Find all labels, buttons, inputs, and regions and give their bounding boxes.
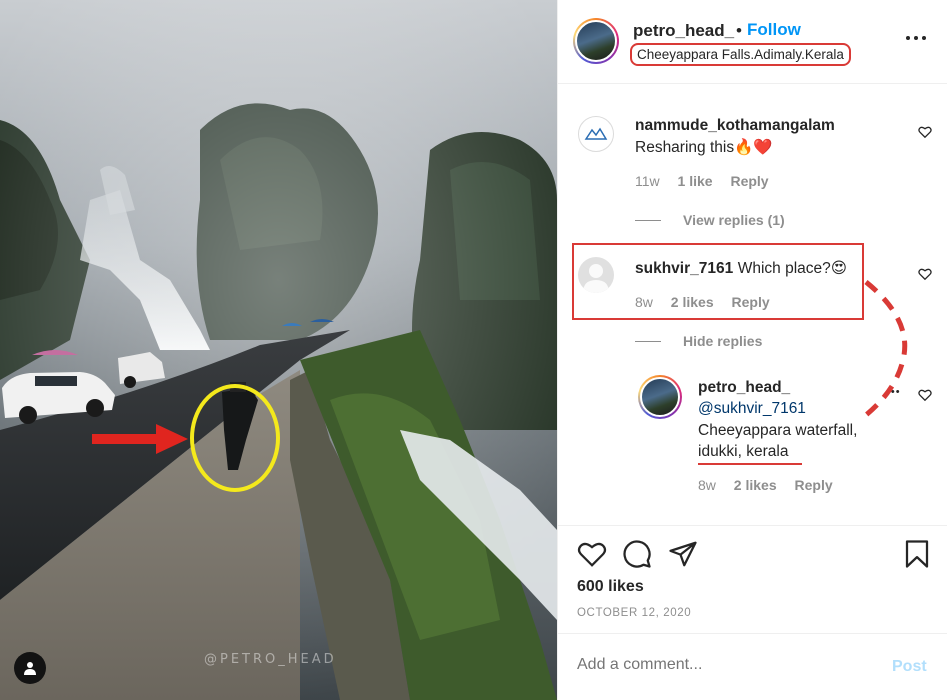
curved-arrow-annotation (864, 280, 908, 417)
post-actions: 600 likes OCTOBER 12, 2020 (558, 525, 947, 633)
comment-text: Resharing this🔥❤️ (635, 139, 773, 156)
like-comment-heart-icon[interactable] (918, 125, 932, 139)
comment-meta: 11w 1 like Reply (635, 173, 783, 189)
comment-bubble-icon[interactable] (622, 539, 652, 569)
save-bookmark-icon[interactable] (902, 539, 932, 569)
highlight-box-annotation (572, 243, 864, 320)
follow-button[interactable]: Follow (747, 20, 801, 40)
reply-button[interactable]: Reply (795, 477, 833, 493)
like-comment-heart-icon[interactable] (918, 267, 932, 281)
reply-text-line: idukki, kerala (698, 443, 789, 460)
comment-age: 11w (635, 173, 660, 189)
post-photo[interactable]: @PETRO_HEAD (0, 0, 557, 700)
author-avatar[interactable] (573, 18, 619, 64)
like-count[interactable]: 600 likes (577, 578, 644, 596)
replier-username[interactable]: petro_head_ (698, 379, 790, 396)
hide-replies-toggle[interactable]: Hide replies (635, 333, 762, 349)
comment-input[interactable] (577, 656, 877, 674)
reply-age: 8w (698, 477, 716, 493)
replier-avatar[interactable] (638, 375, 682, 419)
commenter-username[interactable]: nammude_kothamangalam (635, 117, 835, 134)
reply-button[interactable]: Reply (730, 173, 768, 189)
photo-watermark: @PETRO_HEAD (204, 652, 337, 667)
commenter-avatar[interactable] (578, 116, 614, 152)
reply-likes[interactable]: 2 likes (734, 477, 777, 493)
location-link[interactable]: Cheeyappara Falls.Adimaly.Kerala (630, 43, 851, 66)
view-replies-toggle[interactable]: View replies (1) (635, 212, 785, 228)
post-header: petro_head_ • Follow Cheeyappara Falls.A… (558, 0, 947, 84)
mention-link[interactable]: @sukhvir_7161 (698, 400, 806, 417)
more-horizontal-icon[interactable] (906, 26, 930, 50)
like-heart-icon[interactable] (577, 539, 607, 569)
post-comment-button[interactable]: Post (892, 658, 927, 676)
comment-composer: Post (558, 633, 947, 700)
author-username[interactable]: petro_head_ (633, 21, 734, 41)
reply-meta: 8w 2 likes Reply (698, 477, 847, 493)
post-side-panel: petro_head_ • Follow Cheeyappara Falls.A… (557, 0, 947, 700)
post-date: OCTOBER 12, 2020 (577, 607, 692, 619)
share-paper-plane-icon[interactable] (668, 539, 698, 569)
tagged-user-icon[interactable] (14, 652, 46, 684)
reply-text-line: Cheeyappara waterfall, (698, 422, 858, 439)
comment-likes[interactable]: 1 like (678, 173, 713, 189)
waterfall-road-photo (0, 0, 557, 700)
underline-annotation (698, 463, 802, 465)
like-comment-heart-icon[interactable] (918, 388, 932, 402)
separator-dot: • (736, 21, 742, 40)
